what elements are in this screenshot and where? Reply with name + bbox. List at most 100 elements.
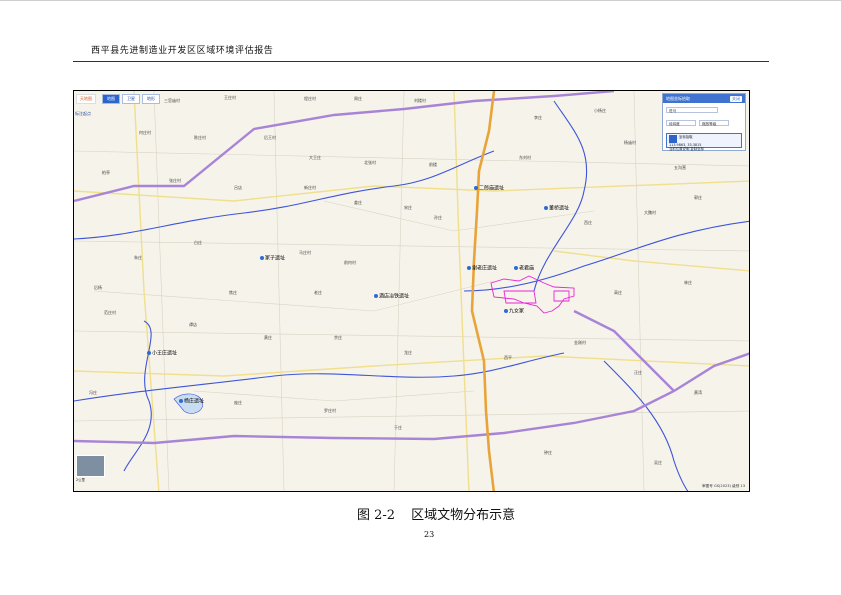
- site-pin-icon: [147, 351, 151, 355]
- place-label: 余庄: [334, 335, 342, 340]
- overview-thumbnail[interactable]: [76, 455, 105, 477]
- place-label: 北张村: [364, 160, 376, 165]
- map-tab-bar: 天地图 地图 卫星 地形: [76, 94, 160, 104]
- location-icon: [669, 135, 677, 143]
- panel-title: 地图坐标拾取: [666, 95, 690, 101]
- place-label: 高庄: [614, 290, 622, 295]
- place-label: 冯庄: [89, 390, 97, 395]
- page-top-rule: [0, 0, 841, 1]
- panel-close-button[interactable]: 关闭: [730, 95, 742, 102]
- figure-title: 区域文物分布示意: [411, 508, 516, 523]
- site-pin-icon: [504, 309, 508, 313]
- place-label: 前楼: [429, 162, 437, 167]
- place-label: 杨庙村: [624, 140, 636, 145]
- page-number: 23: [424, 530, 435, 539]
- place-label: 金刚村: [574, 340, 586, 345]
- map-view[interactable]: 天地图 地图 卫星 地形 标注起点 二郎庙遗址 董桥遗址 冢子遗址 谢老庄遗址 …: [73, 90, 750, 492]
- place-label: 宋庄: [404, 205, 412, 210]
- site-marker[interactable]: 酒店冶铁遗址: [374, 294, 409, 300]
- tab-terrain[interactable]: 地形: [142, 94, 160, 104]
- site-pin-icon: [474, 186, 478, 190]
- place-label: 吕店: [234, 185, 242, 190]
- site-marker[interactable]: 杨庄遗址: [179, 399, 204, 405]
- panel-header: 地图坐标拾取 关闭: [663, 94, 745, 103]
- place-label: 龙庄: [404, 350, 412, 355]
- coord-line-3: 当前位置说明: [669, 147, 690, 151]
- search-type-field[interactable]: 经纬度: [666, 120, 696, 126]
- place-label: 大王庄: [309, 155, 321, 160]
- place-label: 小杨庄: [594, 108, 606, 113]
- rivers: [74, 100, 749, 491]
- tab-map[interactable]: 地图: [102, 94, 120, 104]
- header-rule: [73, 61, 769, 62]
- site-marker[interactable]: 董桥遗址: [544, 206, 569, 212]
- place-label: 汪庄: [634, 370, 642, 375]
- place-label: 老庄: [314, 290, 322, 295]
- document-header-title: 西平县先进制造业开发区区域环境评估报告: [91, 46, 274, 56]
- map-base-layer: [74, 91, 749, 491]
- copy-coord-button[interactable]: 复制坐标: [690, 147, 704, 151]
- scale-bar-label: 2公里: [76, 478, 85, 482]
- map-copyright: 审图号 GS(2023) 级别 13: [702, 484, 745, 488]
- coord-line-1: 坐标拾取: [679, 135, 693, 139]
- mark-start-button[interactable]: 标注起点: [75, 111, 91, 117]
- region-select[interactable]: 驻马: [666, 107, 718, 113]
- provincial-roads: [74, 91, 749, 445]
- place-label: 新庄村: [304, 185, 316, 190]
- place-label: 五沟营: [674, 165, 686, 170]
- site-marker[interactable]: 冢子遗址: [260, 256, 285, 262]
- place-label: 前何村: [344, 260, 356, 265]
- place-label: 三官庙村: [164, 98, 180, 103]
- place-label: 庞庄: [234, 400, 242, 405]
- site-pin-icon: [374, 294, 378, 298]
- coordinate-picker-panel: 地图坐标拾取 关闭 驻马 经纬度 缩放等级 坐标拾取 113.9863, 33.…: [662, 93, 746, 151]
- place-label: 林庄: [684, 280, 692, 285]
- place-label: 吴庄: [654, 460, 662, 465]
- place-label: 西庄: [584, 220, 592, 225]
- tab-satellite[interactable]: 卫星: [122, 94, 140, 104]
- place-label: 后杨: [94, 285, 102, 290]
- figure-number: 图 2-2: [357, 508, 396, 523]
- place-label: 西平: [504, 355, 512, 360]
- place-label: 王庄村: [224, 95, 236, 100]
- place-label: 程庄村: [304, 96, 316, 101]
- site-marker[interactable]: 小王庄遗址: [147, 351, 177, 357]
- expressway: [470, 91, 496, 491]
- site-marker[interactable]: 老君庙: [514, 266, 534, 272]
- place-label: 大魏村: [644, 210, 656, 215]
- site-marker[interactable]: 二郎庙遗址: [474, 186, 504, 192]
- place-label: 罗庄村: [324, 408, 336, 413]
- place-label: 张庄村: [169, 178, 181, 183]
- place-label: 于庄: [394, 425, 402, 430]
- place-label: 白庄: [194, 240, 202, 245]
- place-label: 李庄: [534, 115, 542, 120]
- figure-caption: 图 2-2 区域文物分布示意: [357, 504, 531, 523]
- place-label: 孙庄: [434, 215, 442, 220]
- site-pin-icon: [260, 256, 264, 260]
- zoom-level-field[interactable]: 缩放等级: [699, 120, 729, 126]
- place-label: 马庄村: [299, 250, 311, 255]
- place-label: 周庄: [354, 96, 362, 101]
- place-label: 焦庄: [229, 290, 237, 295]
- place-label: 谭店: [189, 322, 197, 327]
- place-label: 何庄村: [139, 130, 151, 135]
- minor-roads: [74, 91, 749, 491]
- place-label: 后王村: [264, 135, 276, 140]
- site-marker[interactable]: 九女冢: [504, 309, 524, 315]
- coordinate-readout: 坐标拾取 113.9863, 33.3815 当前位置说明 复制坐标: [666, 133, 742, 151]
- place-label: 黄庄: [264, 335, 272, 340]
- place-label: 东刘村: [519, 155, 531, 160]
- site-pin-icon: [544, 206, 548, 210]
- site-pin-icon: [514, 266, 518, 270]
- place-label: 陈庄村: [194, 135, 206, 140]
- map-logo: 天地图: [76, 94, 96, 104]
- site-pin-icon: [467, 266, 471, 270]
- site-marker[interactable]: 谢老庄遗址: [467, 266, 497, 272]
- site-pin-icon: [179, 399, 183, 403]
- place-label: 钟庄: [544, 450, 552, 455]
- place-label: 范庄村: [104, 310, 116, 315]
- place-label: 朱庄: [134, 255, 142, 260]
- place-label: 刘楼村: [414, 98, 426, 103]
- place-label: 郭庄: [694, 195, 702, 200]
- county-roads: [74, 91, 749, 491]
